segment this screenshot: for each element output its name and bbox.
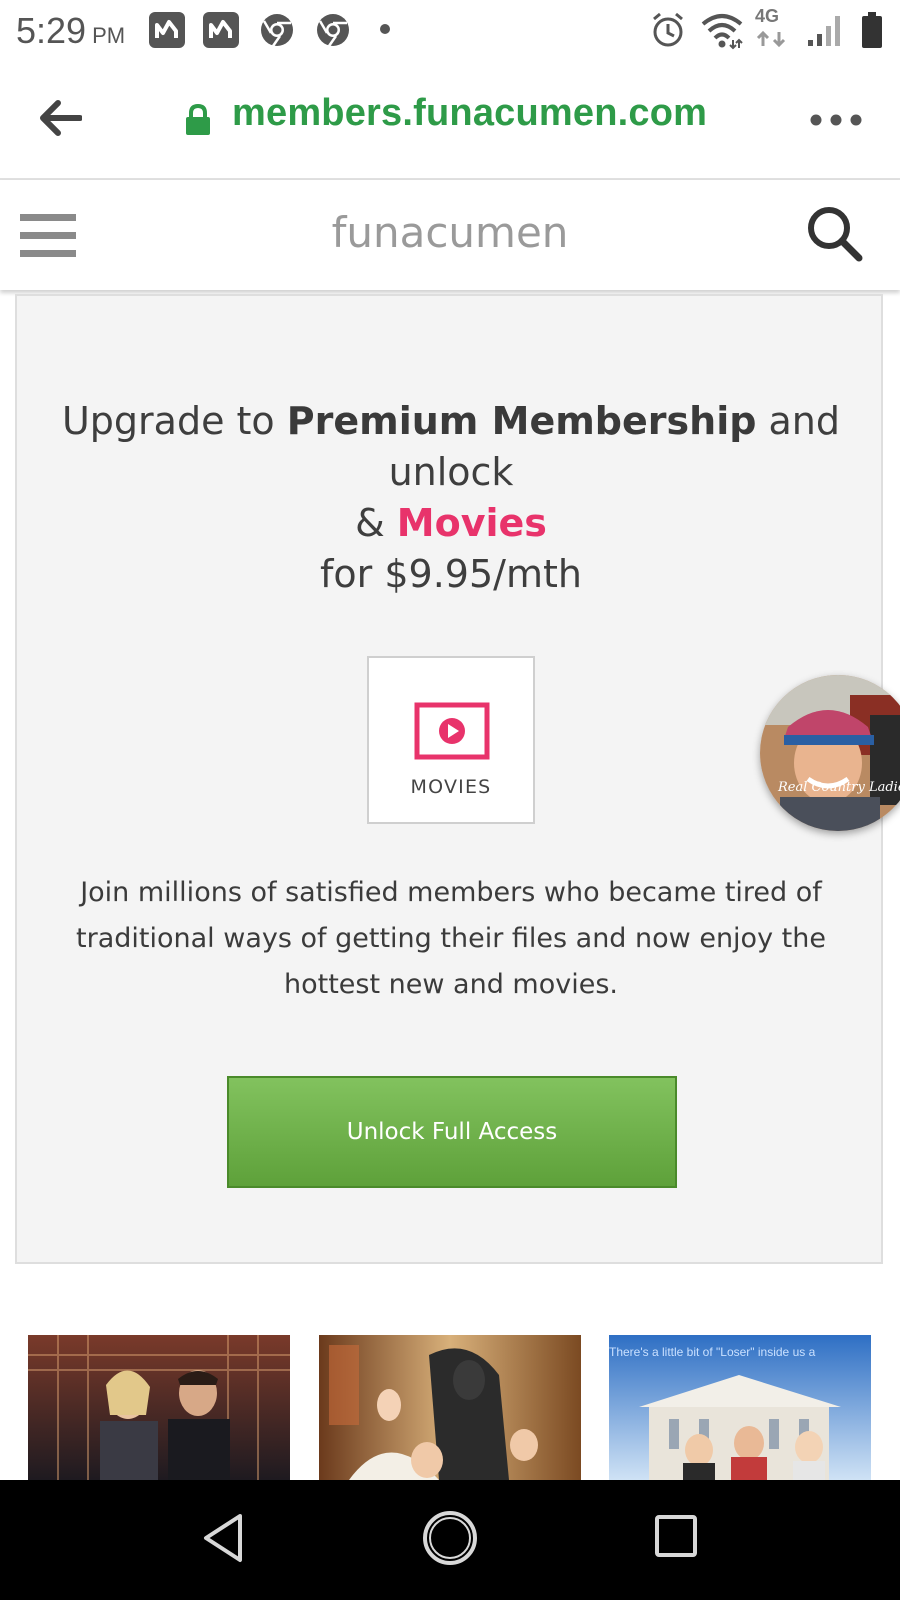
unlock-full-access-button[interactable]: Unlock Full Access — [227, 1076, 677, 1188]
chrome-icon — [317, 14, 349, 47]
headline-premium: Premium Membership — [286, 399, 757, 443]
movie-thumbnail[interactable] — [319, 1335, 581, 1480]
back-arrow-icon[interactable] — [38, 100, 82, 136]
cell-signal-icon — [808, 16, 840, 46]
time-text: 5:29 — [16, 10, 87, 51]
battery-icon — [862, 12, 882, 48]
wifi-icon — [701, 14, 743, 50]
status-time: 5:29 PM — [16, 10, 125, 52]
more-notifications-dot-icon — [380, 24, 390, 34]
cta-label: Unlock Full Access — [346, 1119, 558, 1145]
headline-price: for $9.95/mth — [320, 552, 582, 596]
app-notification-icon — [203, 12, 239, 48]
back-triangle-icon[interactable] — [200, 1512, 246, 1564]
app-notification-icon — [149, 12, 185, 48]
headline-amp: & — [355, 501, 397, 545]
search-icon[interactable] — [805, 204, 865, 264]
network-type-label: 4G — [755, 6, 780, 26]
lock-icon — [186, 104, 210, 135]
url-text[interactable]: members.funacumen.com — [232, 92, 707, 135]
home-circle-icon[interactable] — [420, 1508, 480, 1568]
upgrade-headline: Upgrade to Premium Membership and unlock… — [57, 396, 845, 600]
status-bar: 5:29 PM 4G — [0, 0, 900, 62]
play-video-icon — [414, 702, 490, 760]
chrome-icon — [261, 14, 293, 47]
upgrade-card: Upgrade to Premium Membership and unlock… — [15, 294, 883, 1264]
system-nav-bar — [0, 1480, 900, 1600]
movie-poster-image — [28, 1335, 290, 1480]
site-header: funacumen — [0, 180, 900, 290]
category-movies-tile[interactable]: MOVIES — [367, 656, 535, 824]
recents-square-icon[interactable] — [654, 1514, 698, 1558]
poster-tagline: There's a little bit of "Loser" inside u… — [609, 1345, 816, 1359]
more-menu-icon[interactable] — [808, 112, 864, 128]
data-arrows-icon — [756, 30, 786, 48]
movie-poster-image — [319, 1335, 581, 1480]
movie-thumbnail[interactable] — [28, 1335, 290, 1480]
headline-movies: Movies — [396, 501, 547, 545]
alarm-icon — [653, 12, 683, 47]
browser-toolbar: members.funacumen.com — [0, 62, 900, 180]
site-brand[interactable]: funacumen — [0, 208, 900, 257]
promo-description: Join millions of satisfied members who b… — [76, 877, 826, 1000]
category-label: MOVIES — [410, 776, 492, 798]
ampm-text: PM — [92, 23, 126, 48]
headline-prefix: Upgrade to — [61, 399, 287, 443]
movie-thumbnail[interactable]: There's a little bit of "Loser" inside u… — [609, 1335, 871, 1480]
avatar-caption: Real Country Ladies — [778, 780, 900, 795]
